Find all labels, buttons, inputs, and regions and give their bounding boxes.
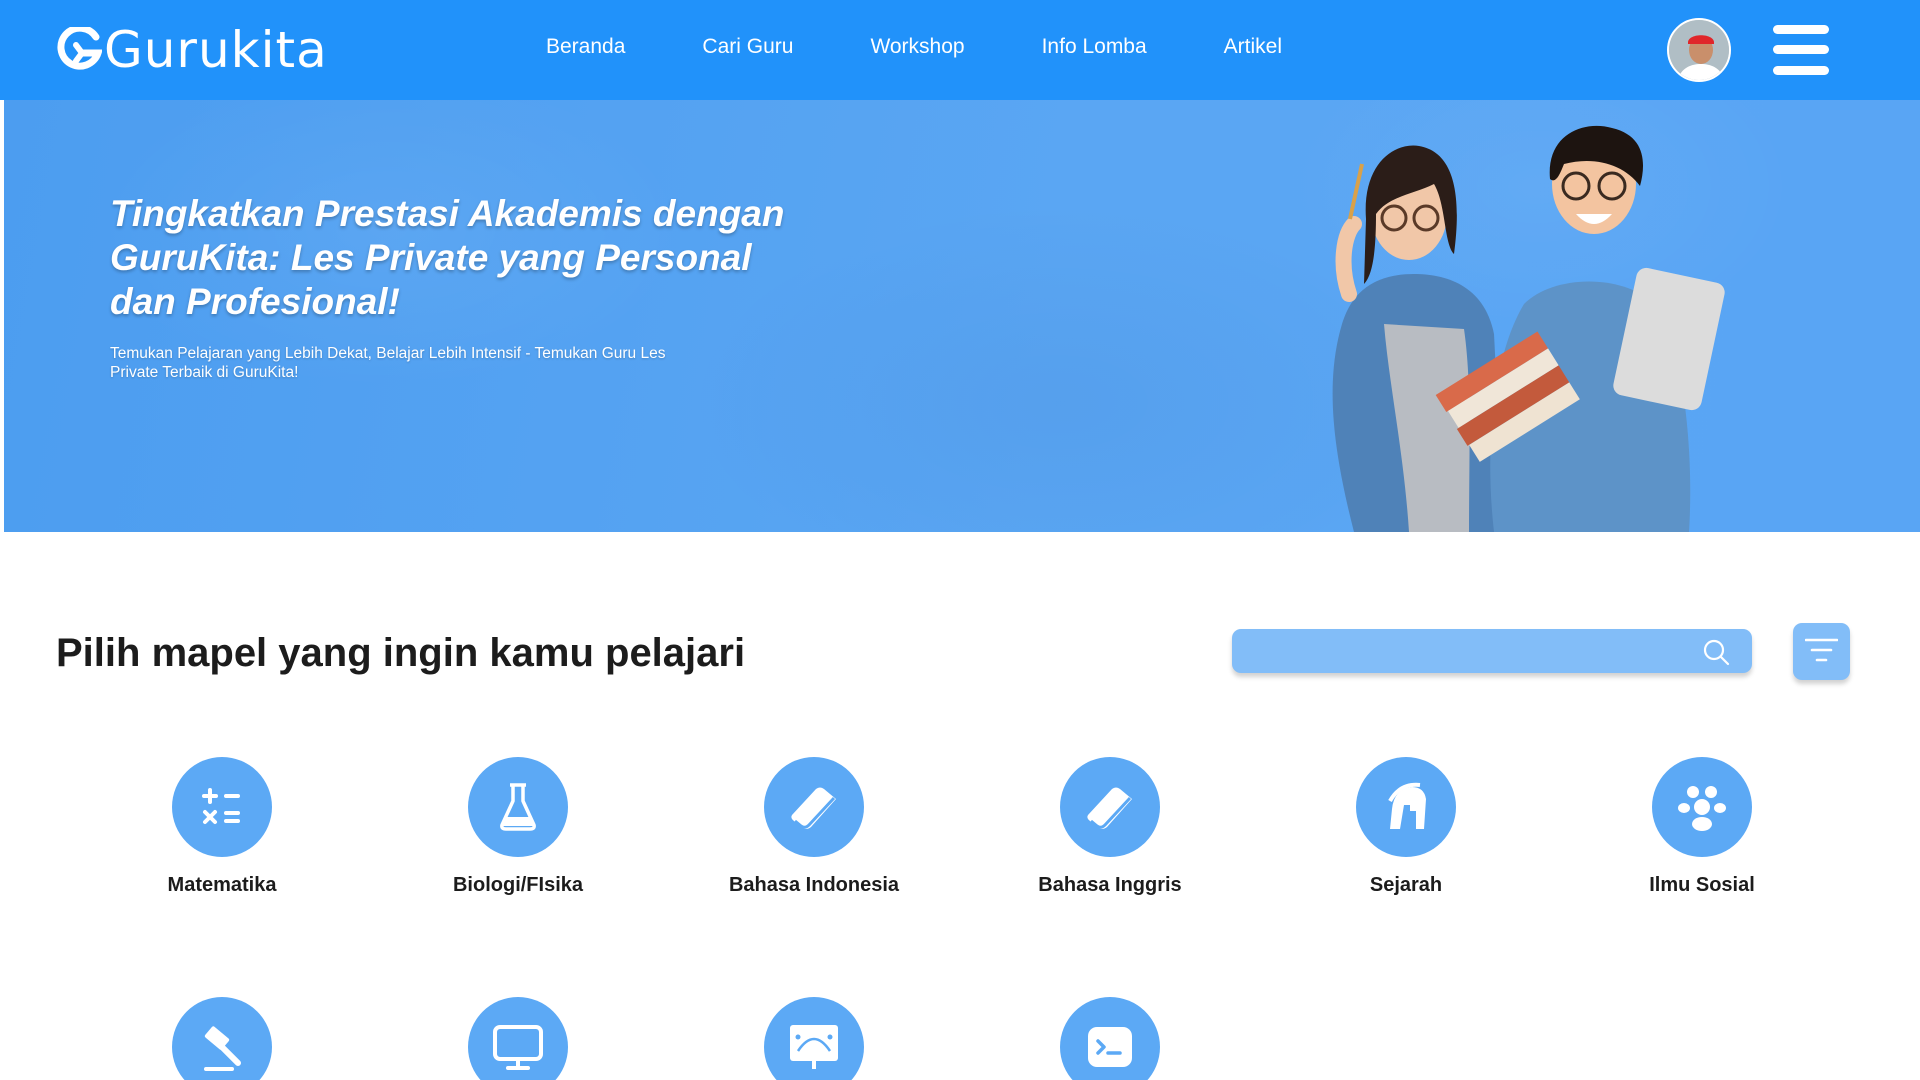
monitor-icon <box>493 1025 543 1070</box>
nav-cari-guru[interactable]: Cari Guru <box>702 32 793 62</box>
hamburger-menu-icon[interactable] <box>1773 25 1829 75</box>
subject-icon-circle <box>764 997 864 1080</box>
hero-banner: Tingkatkan Prestasi Akademis dengan Guru… <box>4 100 1920 532</box>
nav-beranda[interactable]: Beranda <box>546 32 625 62</box>
gavel-icon <box>204 1026 241 1071</box>
brand-logo[interactable]: Gurukita <box>56 22 328 78</box>
subject-label: Sejarah <box>1369 874 1443 896</box>
subject-icon-circle <box>1060 757 1160 857</box>
subject-icon-circle <box>172 997 272 1080</box>
subject-icon-circle <box>172 757 272 857</box>
subject-label: Bahasa Indonesia <box>728 874 900 896</box>
filter-button[interactable] <box>1793 623 1850 680</box>
subject-bahasa-inggris[interactable]: Bahasa Inggris <box>990 757 1230 897</box>
spartan-helmet-icon <box>1388 782 1426 829</box>
subject-komputer[interactable] <box>398 997 638 1080</box>
book-icon <box>1087 787 1132 829</box>
subject-label: Ilmu Sosial <box>1649 874 1755 896</box>
main-nav: Beranda Cari Guru Workshop Info Lomba Ar… <box>546 32 1359 62</box>
subject-matematika[interactable]: Matematika <box>102 757 342 897</box>
flask-icon <box>500 783 536 831</box>
subject-label: Biologi/FIsika <box>452 874 584 896</box>
subject-search-input[interactable] <box>1232 629 1752 673</box>
subject-icon-circle <box>468 757 568 857</box>
nav-workshop[interactable]: Workshop <box>870 32 964 62</box>
subject-desain[interactable] <box>694 997 934 1080</box>
subject-bahasa-indonesia[interactable]: Bahasa Indonesia <box>694 757 934 897</box>
subject-pemrograman[interactable] <box>990 997 1230 1080</box>
subject-sejarah[interactable]: Sejarah <box>1286 757 1526 897</box>
user-avatar[interactable] <box>1667 18 1731 82</box>
design-presentation-icon <box>790 1025 838 1069</box>
terminal-icon <box>1088 1027 1132 1067</box>
book-icon <box>791 787 836 829</box>
section-title: Pilih mapel yang ingin kamu pelajari <box>56 631 746 675</box>
top-navbar: Gurukita Beranda Cari Guru Workshop Info… <box>0 0 1920 100</box>
subject-ilmu-sosial[interactable]: Ilmu Sosial <box>1582 757 1822 897</box>
nav-info-lomba[interactable]: Info Lomba <box>1042 32 1147 62</box>
nav-artikel[interactable]: Artikel <box>1224 32 1282 62</box>
subject-icon-circle <box>1652 757 1752 857</box>
search-icon[interactable] <box>1702 638 1730 666</box>
hero-subtitle: Temukan Pelajaran yang Lebih Dekat, Bela… <box>110 345 666 381</box>
subject-label: Bahasa Inggris <box>1038 874 1182 896</box>
logo-mark-icon <box>57 27 102 70</box>
subject-icon-circle <box>1060 997 1160 1080</box>
subject-icon-circle <box>764 757 864 857</box>
filter-icon <box>1805 638 1838 662</box>
subject-icon-circle <box>1356 757 1456 857</box>
subject-biologi-fisika[interactable]: Biologi/FIsika <box>398 757 638 897</box>
hero-title: Tingkatkan Prestasi Akademis dengan Guru… <box>110 193 785 322</box>
brand-name: Gurukita <box>104 21 328 79</box>
subject-icon-circle <box>468 997 568 1080</box>
avatar-icon <box>1669 20 1729 80</box>
subject-label: Matematika <box>167 874 277 896</box>
people-icon <box>1678 786 1726 831</box>
calculator-symbols-icon <box>202 788 240 824</box>
subject-hukum[interactable] <box>102 997 342 1080</box>
students-illustration <box>1332 125 1725 532</box>
